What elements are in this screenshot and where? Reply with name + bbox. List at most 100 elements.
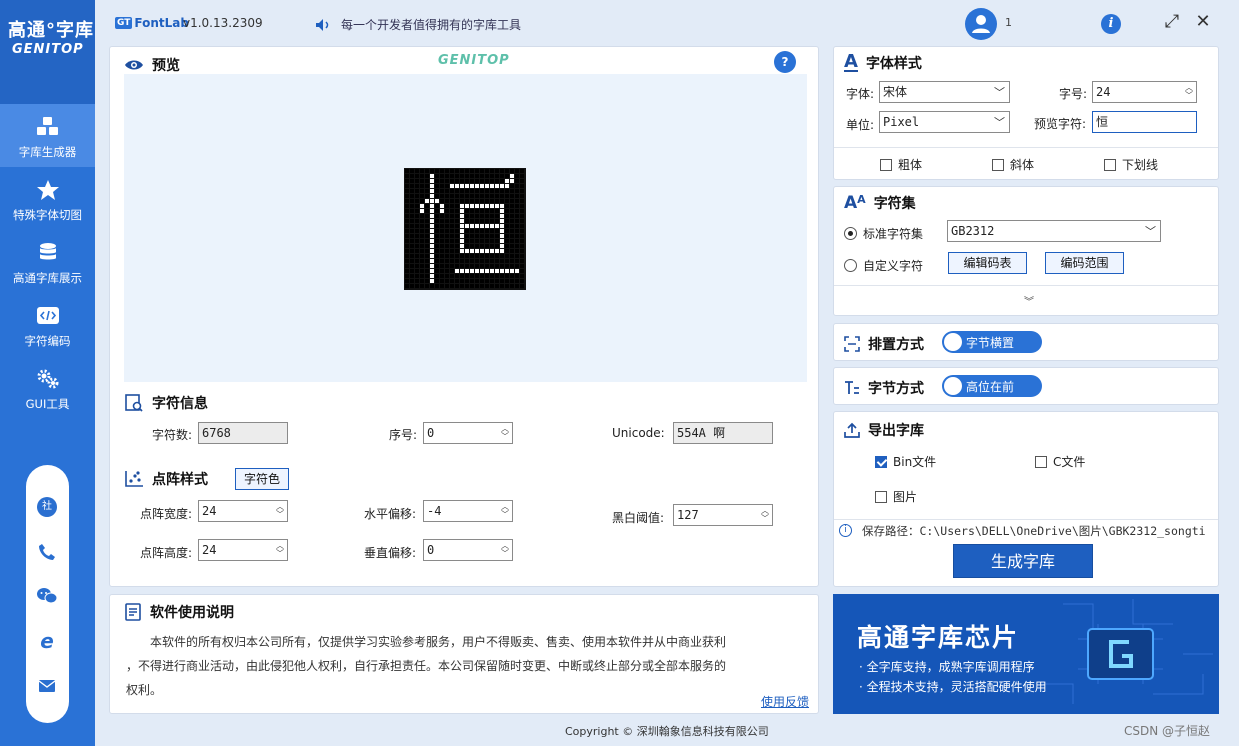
index-stepper[interactable]: 0 ︿ ﹀ [423,422,513,444]
standard-charset-radio[interactable]: 标准字符集 [844,225,923,242]
checkbox-box[interactable] [875,455,887,468]
checkbox-box[interactable] [1104,158,1116,171]
underline-checkbox[interactable]: 下划线 [1104,156,1158,173]
bitmap-pixel [405,259,409,263]
expand-chevron-icon[interactable]: ︾ [1024,293,1034,308]
bitmap-pixel [470,244,474,248]
bitmap-pixel [420,224,424,228]
bitmap-pixel [440,174,444,178]
font-select[interactable]: 宋体 ﹀ [879,81,1010,103]
checkbox-box[interactable] [1035,455,1047,468]
bitmap-pixel [480,284,484,288]
sidebar-item-gui-tools[interactable]: GUI工具 [0,356,95,419]
code-range-button[interactable]: 编码范围 [1045,252,1124,274]
bitmap-pixel [425,284,429,288]
bitmap-pixel [425,214,429,218]
chevron-down-icon: ﹀ [1145,225,1156,238]
radio-dot[interactable] [844,227,857,240]
custom-charset-radio[interactable]: 自定义字符 [844,257,923,274]
bitmap-pixel [415,229,419,233]
char-color-button[interactable]: 字符色 [235,468,289,490]
spin-arrows-icon[interactable]: ︿ ﹀ [275,503,285,519]
bitmap-pixel [480,189,484,193]
bitmap-pixel [520,174,524,178]
bitmap-pixel [460,259,464,263]
arrange-toggle[interactable]: 字节横置 [942,331,1042,353]
wechat-button[interactable] [36,585,58,607]
spin-arrows-icon[interactable]: ︿ ﹀ [275,542,285,558]
bitmap-pixel [450,204,454,208]
dot-width-stepper[interactable]: 24 ︿ ﹀ [198,500,288,522]
unit-select[interactable]: Pixel ﹀ [879,111,1010,133]
help-icon[interactable]: ? [774,51,796,73]
spin-arrows-icon[interactable]: ︿ ﹀ [500,425,510,441]
fontlab-logo: GT FontLab [115,16,189,30]
bitmap-pixel [445,249,449,253]
generate-font-button[interactable]: 生成字库 [953,544,1093,578]
phone-button[interactable] [36,541,58,563]
sidebar-item-char-encoding[interactable]: 字符编码 [0,293,95,356]
edit-code-table-button[interactable]: 编辑码表 [948,252,1027,274]
feedback-link[interactable]: 使用反馈 [761,693,809,710]
dot-height-stepper[interactable]: 24 ︿ ﹀ [198,539,288,561]
spin-arrows-icon[interactable]: ︿ ﹀ [1184,84,1194,100]
sidebar-item-font-showcase[interactable]: 高通字库展示 [0,230,95,293]
bitmap-pixel [485,169,489,173]
bitmap-pixel [460,184,464,188]
avatar[interactable] [965,8,997,40]
maximize-icon[interactable]: ⤢ [1160,10,1184,34]
spin-arrows-icon[interactable]: ︿ ﹀ [760,507,770,523]
bitmap-pixel [490,274,494,278]
info-icon[interactable]: i [1101,14,1121,34]
bitmap-pixel [480,179,484,183]
bitmap-pixel [510,269,514,273]
checkbox-box[interactable] [875,490,887,503]
threshold-value: 127 [677,508,699,522]
h-offset-stepper[interactable]: -4 ︿ ﹀ [423,500,513,522]
bitmap-pixel [475,184,479,188]
h-offset-label: 水平偏移: [364,507,417,521]
community-button[interactable]: 社 [36,496,58,518]
close-icon[interactable]: ✕ [1191,10,1215,34]
bin-file-label: Bin文件 [893,455,937,469]
spin-arrows-icon[interactable]: ︿ ﹀ [500,503,510,519]
browser-button[interactable]: e [36,629,58,653]
bitmap-pixel [475,259,479,263]
spin-arrows-icon[interactable]: ︿ ﹀ [500,542,510,558]
radio-dot[interactable] [844,259,857,272]
preview-canvas [124,74,807,382]
threshold-stepper[interactable]: 127 ︿ ﹀ [673,504,773,526]
email-button[interactable] [36,675,58,697]
bitmap-pixel [415,194,419,198]
bitmap-pixel [405,199,409,203]
bitmap-pixel [460,179,464,183]
bitmap-pixel [480,184,484,188]
logo-title: 高通°字库 [8,20,94,41]
bitmap-pixel [420,214,424,218]
promo-banner[interactable]: 高通字库芯片 · 全字库支持，成熟字库调用程序 · 全程技术支持，灵活搭配硬件使… [833,594,1219,714]
charset-select[interactable]: GB2312 ﹀ [947,220,1161,242]
italic-checkbox[interactable]: 斜体 [992,156,1034,173]
charset-header: AA 字符集 [844,193,916,213]
bold-checkbox[interactable]: 粗体 [880,156,922,173]
bitmap-pixel [505,284,509,288]
checkbox-box[interactable] [992,158,1004,171]
bitmap-pixel [505,224,509,228]
bitmap-pixel [425,269,429,273]
bitmap-pixel [455,249,459,253]
size-stepper[interactable]: 24 ︿ ﹀ [1092,81,1197,103]
byte-order-toggle[interactable]: 高位在前 [942,375,1042,397]
bitmap-pixel [410,279,414,283]
preview-char-input[interactable]: 恒 [1092,111,1197,133]
checkbox-box[interactable] [880,158,892,171]
bitmap-pixel [485,284,489,288]
c-file-checkbox[interactable]: C文件 [1035,453,1085,470]
v-offset-stepper[interactable]: 0 ︿ ﹀ [423,539,513,561]
bin-file-checkbox[interactable]: Bin文件 [875,453,936,470]
sidebar-item-font-generator[interactable]: 字库生成器 [0,104,95,167]
bitmap-pixel [500,214,504,218]
sidebar-item-special-font[interactable]: 特殊字体切图 [0,167,95,230]
bitmap-pixel [425,244,429,248]
image-checkbox[interactable]: 图片 [875,488,917,505]
bitmap-pixel [475,234,479,238]
